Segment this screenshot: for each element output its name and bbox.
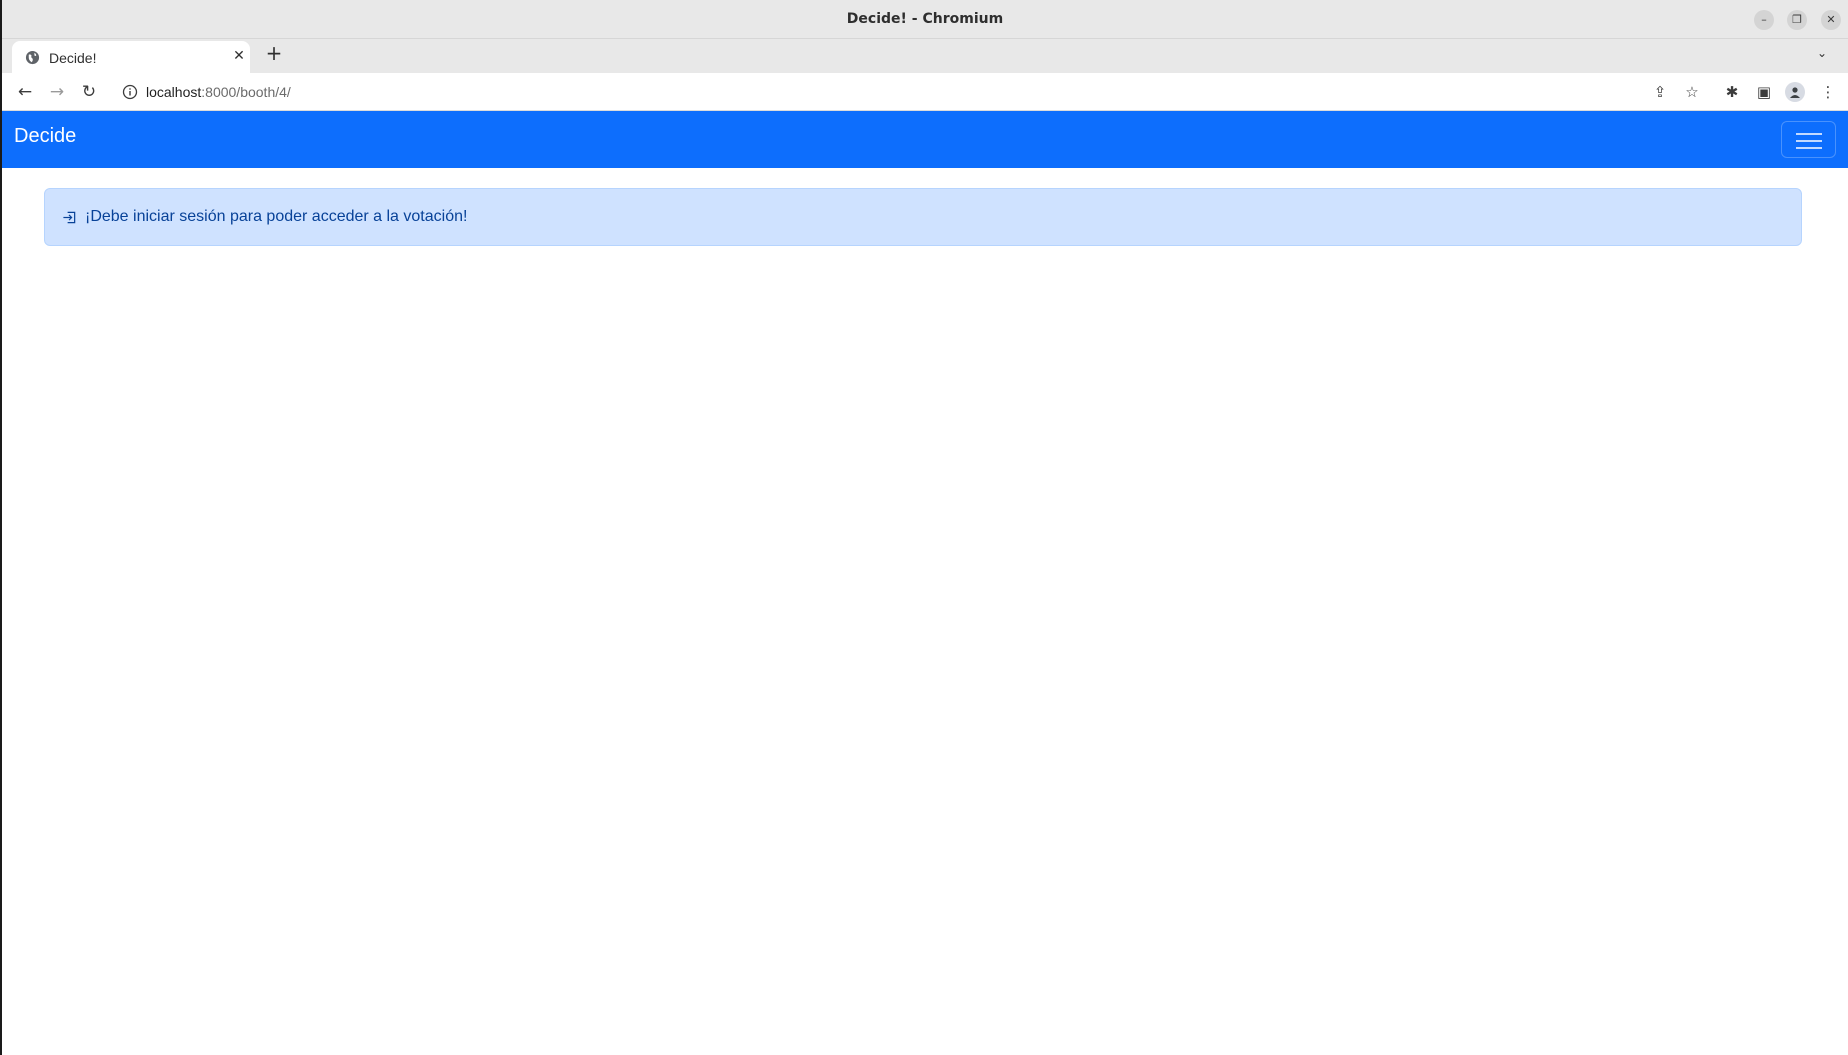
title-bar: Decide! - Chromium – ❐ ✕ [2, 0, 1848, 39]
extensions-icon[interactable]: ✱ [1722, 82, 1742, 102]
browser-menu-icon[interactable]: ⋮ [1818, 82, 1838, 102]
info-icon[interactable] [122, 84, 138, 100]
window-title: Decide! - Chromium [846, 11, 1004, 27]
navbar-toggler-button[interactable] [1781, 121, 1836, 158]
avatar-icon [1785, 82, 1805, 102]
browser-toolbar: ← → ↻ localhost:8000/booth/4/ ⇪ ☆ ✱ ▣ ⋮ [2, 73, 1848, 111]
forward-button[interactable]: → [47, 82, 67, 102]
url-text[interactable]: localhost:8000/booth/4/ [146, 84, 291, 100]
hamburger-icon-line [1796, 147, 1822, 149]
browser-window: Decide! - Chromium – ❐ ✕ Decide! ✕ + ⌄ ←… [0, 0, 1848, 1055]
person-icon [1790, 87, 1800, 98]
side-panel-icon[interactable]: ▣ [1754, 82, 1774, 102]
address-bar[interactable]: localhost:8000/booth/4/ [112, 77, 1708, 107]
site-navbar: Decide [2, 111, 1848, 168]
navbar-brand[interactable]: Decide [14, 125, 76, 148]
share-icon[interactable]: ⇪ [1650, 82, 1670, 102]
hamburger-icon-line [1796, 140, 1822, 142]
hamburger-icon-line [1796, 133, 1822, 135]
profile-button[interactable] [1785, 82, 1805, 102]
back-button[interactable]: ← [15, 82, 35, 102]
close-window-button[interactable]: ✕ [1821, 10, 1841, 30]
maximize-button[interactable]: ❐ [1787, 10, 1807, 30]
login-required-alert: ¡Debe iniciar sesión para poder acceder … [44, 188, 1802, 246]
reload-button[interactable]: ↻ [79, 82, 99, 102]
url-host: localhost [146, 84, 202, 100]
box-arrow-in-right-icon [63, 211, 76, 224]
new-tab-button[interactable]: + [264, 43, 284, 63]
minimize-button[interactable]: – [1754, 10, 1774, 30]
globe-icon [25, 50, 40, 65]
url-path: :8000/booth/4/ [201, 84, 291, 100]
bookmark-star-icon[interactable]: ☆ [1682, 82, 1702, 102]
tab-close-button[interactable]: ✕ [230, 47, 248, 65]
alert-message: ¡Debe iniciar sesión para poder acceder … [85, 208, 468, 225]
tab-search-button[interactable]: ⌄ [1812, 43, 1832, 63]
tab-decide[interactable]: Decide! ✕ [12, 41, 250, 73]
tab-title: Decide! [49, 50, 97, 66]
